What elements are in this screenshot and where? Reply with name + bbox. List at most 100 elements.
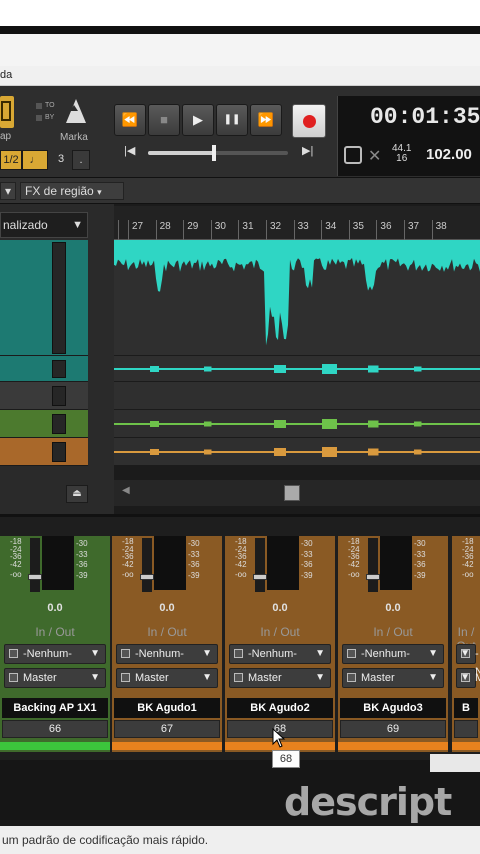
track-level-scale bbox=[88, 438, 114, 466]
ruler-tick bbox=[118, 220, 119, 240]
volume-fader-track[interactable] bbox=[142, 538, 152, 592]
output-dropdown[interactable]: Master ▼ bbox=[456, 668, 480, 688]
channel-number[interactable]: 66 bbox=[2, 720, 108, 738]
metronome-icon[interactable]: ✕ bbox=[368, 146, 386, 165]
volume-fader-handle[interactable] bbox=[366, 574, 380, 580]
scroll-left-icon[interactable]: ◀ bbox=[122, 485, 130, 496]
meter-tick: -39 bbox=[76, 570, 88, 580]
track-lane[interactable] bbox=[114, 410, 480, 438]
fx-region-dropdown[interactable]: FX de região ▾ bbox=[20, 182, 124, 200]
track-lane[interactable] bbox=[114, 240, 480, 356]
track-meter-handle[interactable] bbox=[52, 414, 66, 434]
meter-scale: -30 -33 -36 -39 bbox=[414, 540, 426, 582]
track-meter-handle[interactable] bbox=[52, 386, 66, 406]
pause-button[interactable]: ❚❚ bbox=[216, 104, 248, 136]
in-out-label: In / Out bbox=[260, 625, 300, 639]
channel-name[interactable]: BK Agudo3 bbox=[340, 698, 446, 718]
volume-db-value[interactable]: 0.0 bbox=[225, 602, 335, 614]
input-icon bbox=[347, 649, 356, 658]
waveform-blip bbox=[368, 420, 379, 428]
volume-db-value[interactable]: 0.0 bbox=[0, 602, 110, 614]
preset-dropdown[interactable]: nalizado ▼ bbox=[0, 212, 88, 238]
loop-icon[interactable] bbox=[344, 146, 362, 164]
output-dropdown[interactable]: Master ▼ bbox=[116, 668, 218, 688]
ruler-tick bbox=[183, 220, 185, 240]
output-icon bbox=[234, 673, 243, 682]
grid-fraction-button[interactable]: 1/2 bbox=[0, 150, 22, 170]
volume-db-value[interactable]: 0.0 bbox=[338, 602, 448, 614]
track-header[interactable] bbox=[0, 410, 88, 438]
eject-icon[interactable]: ⏏ bbox=[66, 485, 88, 503]
waveform-blip bbox=[414, 449, 422, 455]
volume-fader-track[interactable] bbox=[368, 538, 378, 592]
grid-dot-button[interactable]: . bbox=[72, 150, 90, 170]
by-checkbox[interactable] bbox=[36, 115, 42, 121]
track-header[interactable] bbox=[0, 356, 88, 382]
go-to-end-button[interactable]: ▶| bbox=[302, 144, 313, 157]
output-dropdown[interactable]: Master ▼ bbox=[342, 668, 444, 688]
input-dropdown[interactable]: -Nenhum-▼ bbox=[229, 644, 331, 664]
tempo-value[interactable]: 102.00 bbox=[426, 146, 472, 163]
channel-name[interactable]: Backing AP 1X1 bbox=[2, 698, 108, 718]
marker-icon[interactable] bbox=[62, 97, 90, 127]
volume-fader-handle[interactable] bbox=[28, 574, 42, 580]
channel-name[interactable]: BK Agudo2 bbox=[227, 698, 333, 718]
output-dropdown[interactable]: Master ▼ bbox=[229, 668, 331, 688]
channel-name[interactable]: B bbox=[454, 698, 478, 718]
go-to-start-button[interactable]: |◀ bbox=[124, 144, 135, 157]
rewind-button[interactable]: ⏪ bbox=[114, 104, 146, 136]
volume-fader-handle[interactable] bbox=[253, 574, 267, 580]
snap-toggle-button[interactable] bbox=[0, 96, 14, 128]
channel-meter-area: -18-24-36-42-oo-30-33-36-39 bbox=[452, 536, 480, 596]
horizontal-scrollbar[interactable]: ◀ bbox=[114, 480, 480, 506]
channel-number[interactable]: 67 bbox=[114, 720, 220, 738]
waveform-shape bbox=[114, 240, 480, 346]
channel-number[interactable] bbox=[454, 720, 478, 738]
record-button[interactable] bbox=[292, 104, 326, 138]
scrub-handle[interactable] bbox=[211, 145, 216, 161]
ruler-bar-number: 36 bbox=[380, 221, 392, 232]
fast-forward-button[interactable]: ⏩ bbox=[250, 104, 282, 136]
input-dropdown[interactable]: -Nenhum-▼ bbox=[4, 644, 106, 664]
output-dropdown[interactable]: Master ▼ bbox=[4, 668, 106, 688]
ruler-bar-number: 38 bbox=[435, 221, 447, 232]
stop-button[interactable]: ■ bbox=[148, 104, 180, 136]
view-dropdown[interactable]: ▾ bbox=[0, 182, 16, 200]
volume-fader-handle[interactable] bbox=[140, 574, 154, 580]
scale-tick: -oo bbox=[122, 570, 134, 579]
grid-triplet-value[interactable]: 3 bbox=[52, 150, 70, 170]
input-dropdown[interactable]: -Nenhum-▼ bbox=[342, 644, 444, 664]
track-meter-handle[interactable] bbox=[52, 360, 66, 378]
track-header[interactable] bbox=[0, 382, 88, 410]
play-button[interactable]: ▶ bbox=[182, 104, 214, 136]
track-meter-handle[interactable] bbox=[52, 242, 66, 354]
channel-meter-area: -18-24-36-42-oo-30-33-36-39 bbox=[112, 536, 222, 596]
input-dropdown[interactable]: -Nenhum-▼ bbox=[456, 644, 480, 678]
time-display[interactable]: 00:01:35: ✕ 44.1 16 102.00 bbox=[337, 96, 480, 176]
track-meter-handle[interactable] bbox=[52, 442, 66, 462]
fader-scale: -18 -24 -36 -42 -oo bbox=[462, 538, 474, 582]
meter-tick: -39 bbox=[188, 570, 200, 580]
channel-name[interactable]: BK Agudo1 bbox=[114, 698, 220, 718]
waveform bbox=[114, 364, 480, 374]
ruler-bar-number: 31 bbox=[242, 221, 254, 232]
by-label: BY bbox=[45, 114, 55, 121]
note-value-button[interactable]: ♩ bbox=[22, 150, 48, 170]
preset-label: nalizado bbox=[3, 218, 48, 232]
input-dropdown[interactable]: -Nenhum-▼ bbox=[116, 644, 218, 664]
volume-fader-track[interactable] bbox=[255, 538, 265, 592]
chevron-down-icon: ▼ bbox=[460, 672, 470, 683]
track-lane[interactable] bbox=[114, 382, 480, 410]
track-header[interactable] bbox=[0, 438, 88, 466]
track-lane[interactable] bbox=[114, 356, 480, 382]
mixer-scrollbar-thumb[interactable] bbox=[430, 754, 480, 772]
volume-db-value[interactable]: 0.0 bbox=[112, 602, 222, 614]
timeline-ruler[interactable]: 27 28 29 30 31 32 33 34 35 36 37 38 bbox=[114, 206, 480, 240]
track-header[interactable] bbox=[0, 240, 88, 356]
to-checkbox[interactable] bbox=[36, 103, 42, 109]
channel-number[interactable]: 69 bbox=[340, 720, 446, 738]
scroll-thumb[interactable] bbox=[284, 485, 300, 501]
volume-fader-track[interactable] bbox=[30, 538, 40, 592]
menu-item[interactable]: da bbox=[0, 69, 12, 81]
track-lane[interactable] bbox=[114, 438, 480, 466]
